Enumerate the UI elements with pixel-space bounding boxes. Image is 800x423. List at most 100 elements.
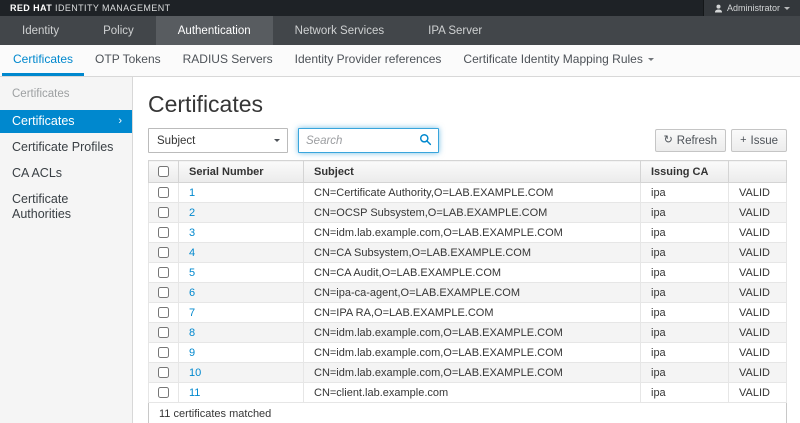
table-row: 2 CN=OCSP Subsystem,O=LAB.EXAMPLE.COMipaV… bbox=[149, 203, 787, 223]
nav-item-policy[interactable]: Policy bbox=[81, 16, 156, 45]
status-cell: VALID bbox=[729, 243, 787, 263]
status-cell: VALID bbox=[729, 223, 787, 243]
table-row: 5CN=CA Audit,O=LAB.EXAMPLE.COMipaVALID bbox=[149, 263, 787, 283]
tab-certificate-identity-mapping-rules[interactable]: Certificate Identity Mapping Rules bbox=[452, 45, 664, 76]
subject-cell: CN=idm.lab.example.com,O=LAB.EXAMPLE.COM bbox=[304, 323, 641, 343]
table-footer-row: 11 certificates matched bbox=[149, 403, 787, 423]
serial-cell: 5 bbox=[179, 263, 304, 283]
row-checkbox[interactable] bbox=[158, 367, 169, 378]
refresh-icon: ↻ bbox=[664, 135, 673, 146]
sidebar-item-certificate-authorities[interactable]: Certificate Authorities bbox=[0, 188, 132, 226]
row-checkbox-cell bbox=[149, 363, 179, 383]
serial-cell: 11 bbox=[179, 383, 304, 403]
user-menu[interactable]: Administrator bbox=[703, 0, 800, 16]
row-checkbox-cell bbox=[149, 263, 179, 283]
serial-link[interactable]: 8 bbox=[189, 327, 195, 339]
subject-cell: CN=ipa-ca-agent,O=LAB.EXAMPLE.COM bbox=[304, 283, 641, 303]
row-checkbox[interactable] bbox=[158, 307, 169, 318]
tab-identity-provider-references[interactable]: Identity Provider references bbox=[284, 45, 453, 76]
serial-link[interactable]: 6 bbox=[189, 287, 195, 299]
table-row: 6CN=ipa-ca-agent,O=LAB.EXAMPLE.COMipaVAL… bbox=[149, 283, 787, 303]
status-cell: VALID bbox=[729, 203, 787, 223]
serial-link[interactable]: 7 bbox=[189, 307, 195, 319]
table-row: 7CN=IPA RA,O=LAB.EXAMPLE.COMipaVALID bbox=[149, 303, 787, 323]
issuing-ca-cell: ipa bbox=[641, 363, 729, 383]
serial-link[interactable]: 9 bbox=[189, 347, 195, 359]
status-cell: VALID bbox=[729, 283, 787, 303]
row-checkbox-cell bbox=[149, 323, 179, 343]
serial-cell: 1 bbox=[179, 183, 304, 203]
issuing-ca-cell: ipa bbox=[641, 323, 729, 343]
subject-cell: CN=CA Subsystem,O=LAB.EXAMPLE.COM bbox=[304, 243, 641, 263]
subject-cell: CN=CA Audit,O=LAB.EXAMPLE.COM bbox=[304, 263, 641, 283]
row-checkbox[interactable] bbox=[158, 327, 169, 338]
table-row: 11CN=client.lab.example.comipaVALID bbox=[149, 383, 787, 403]
subject-cell: CN=Certificate Authority,O=LAB.EXAMPLE.C… bbox=[304, 183, 641, 203]
tab-certificates[interactable]: Certificates bbox=[2, 45, 84, 76]
row-checkbox[interactable] bbox=[158, 207, 169, 218]
row-checkbox[interactable] bbox=[158, 347, 169, 358]
status-cell: VALID bbox=[729, 323, 787, 343]
nav-item-network-services[interactable]: Network Services bbox=[273, 16, 406, 45]
row-checkbox[interactable] bbox=[158, 247, 169, 258]
tab-radius-servers[interactable]: RADIUS Servers bbox=[172, 45, 284, 76]
serial-link[interactable]: 5 bbox=[189, 267, 195, 279]
brand-redhat: RED HAT bbox=[10, 3, 52, 13]
row-checkbox[interactable] bbox=[158, 387, 169, 398]
row-checkbox[interactable] bbox=[158, 187, 169, 198]
serial-link[interactable]: 1 bbox=[189, 187, 195, 199]
subject-cell: CN=idm.lab.example.com,O=LAB.EXAMPLE.COM bbox=[304, 363, 641, 383]
column-header-subject: Subject bbox=[304, 161, 641, 183]
column-header-serial: Serial Number bbox=[179, 161, 304, 183]
issuing-ca-cell: ipa bbox=[641, 183, 729, 203]
search-input[interactable] bbox=[298, 128, 439, 153]
serial-link[interactable]: 4 bbox=[189, 247, 195, 259]
filter-select-wrap: Subject bbox=[148, 128, 288, 153]
search-icon[interactable] bbox=[419, 133, 432, 151]
chevron-down-icon bbox=[648, 58, 654, 61]
status-cell: VALID bbox=[729, 183, 787, 203]
select-all-cell bbox=[149, 161, 179, 183]
matched-count: 11 certificates matched bbox=[149, 403, 787, 423]
select-all-checkbox[interactable] bbox=[158, 166, 169, 177]
row-checkbox[interactable] bbox=[158, 227, 169, 238]
table-row: 9CN=idm.lab.example.com,O=LAB.EXAMPLE.CO… bbox=[149, 343, 787, 363]
row-checkbox[interactable] bbox=[158, 287, 169, 298]
row-checkbox-cell bbox=[149, 343, 179, 363]
sidebar-item-ca-acls[interactable]: CA ACLs bbox=[0, 162, 132, 185]
status-cell: VALID bbox=[729, 383, 787, 403]
issuing-ca-cell: ipa bbox=[641, 343, 729, 363]
serial-link[interactable]: 10 bbox=[189, 367, 201, 379]
issue-button[interactable]: + Issue bbox=[731, 129, 787, 152]
brand-logo: RED HAT IDENTITY MANAGEMENT bbox=[10, 3, 171, 13]
filter-select[interactable]: Subject bbox=[148, 128, 288, 153]
chevron-down-icon bbox=[784, 7, 790, 10]
refresh-button[interactable]: ↻ Refresh bbox=[655, 129, 727, 152]
issuing-ca-cell: ipa bbox=[641, 263, 729, 283]
page-title: Certificates bbox=[148, 91, 787, 118]
row-checkbox-cell bbox=[149, 303, 179, 323]
issuing-ca-cell: ipa bbox=[641, 203, 729, 223]
subject-cell: CN=OCSP Subsystem,O=LAB.EXAMPLE.COM bbox=[304, 203, 641, 223]
table-row: 4CN=CA Subsystem,O=LAB.EXAMPLE.COMipaVAL… bbox=[149, 243, 787, 263]
sidebar-item-certificate-profiles[interactable]: Certificate Profiles bbox=[0, 136, 132, 159]
table-row: 1 CN=Certificate Authority,O=LAB.EXAMPLE.… bbox=[149, 183, 787, 203]
serial-cell: 6 bbox=[179, 283, 304, 303]
serial-link[interactable]: 3 bbox=[189, 227, 195, 239]
user-name: Administrator bbox=[727, 3, 780, 13]
tab-otp-tokens[interactable]: OTP Tokens bbox=[84, 45, 172, 76]
nav-item-authentication[interactable]: Authentication bbox=[156, 16, 273, 45]
row-checkbox[interactable] bbox=[158, 267, 169, 278]
serial-cell: 3 bbox=[179, 223, 304, 243]
serial-cell: 2 bbox=[179, 203, 304, 223]
serial-cell: 9 bbox=[179, 343, 304, 363]
nav-item-ipa-server[interactable]: IPA Server bbox=[406, 16, 504, 45]
column-header-issuing-ca: Issuing CA bbox=[641, 161, 729, 183]
tab-label: Certificate Identity Mapping Rules bbox=[463, 52, 642, 66]
sidebar-item-certificates[interactable]: Certificates › bbox=[0, 110, 132, 133]
subject-cell: CN=idm.lab.example.com,O=LAB.EXAMPLE.COM bbox=[304, 223, 641, 243]
serial-link[interactable]: 11 bbox=[189, 387, 200, 399]
primary-nav: Identity Policy Authentication Network S… bbox=[0, 16, 800, 45]
nav-item-identity[interactable]: Identity bbox=[0, 16, 81, 45]
serial-link[interactable]: 2 bbox=[189, 207, 195, 219]
